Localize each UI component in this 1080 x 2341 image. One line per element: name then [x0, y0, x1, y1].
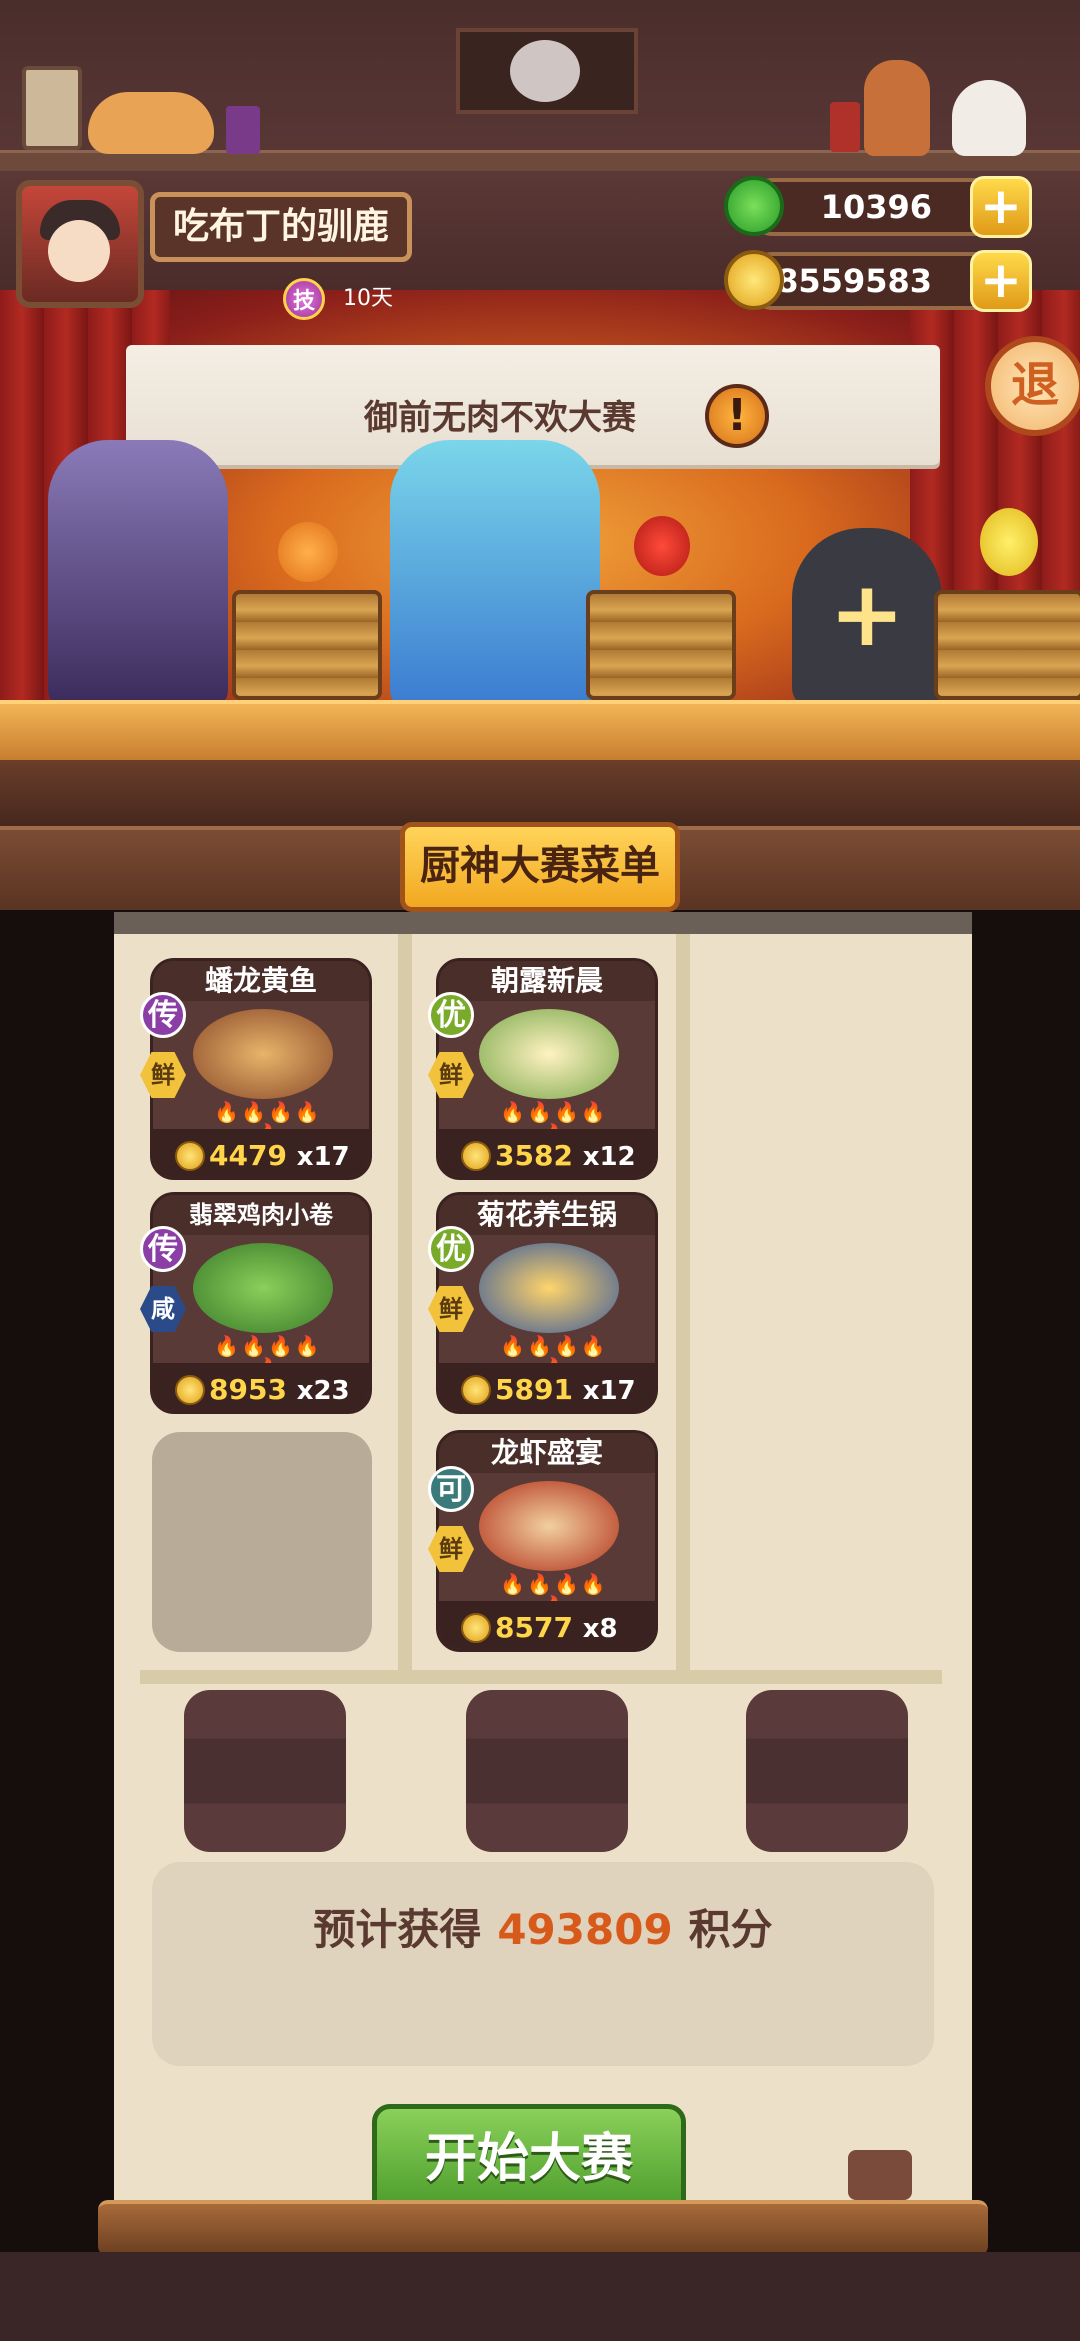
crate-3	[934, 590, 1080, 700]
dish-price-row: 8577 x8	[495, 1609, 618, 1648]
selected-dish-slot-1[interactable]	[184, 1690, 346, 1852]
estimate-box	[152, 1862, 934, 2066]
heat-level-icons: 🔥🔥🔥🔥🔥	[214, 1334, 322, 1379]
raccoon-decoration	[510, 40, 580, 102]
exit-button[interactable]: 退	[985, 336, 1080, 436]
dish-price-row: 3582 x12	[495, 1137, 636, 1176]
stage-floor	[0, 700, 1080, 764]
dish-name: 翡翠鸡肉小卷	[153, 1195, 369, 1235]
contest-info-button[interactable]: !	[705, 384, 769, 448]
dish-price: 3582	[495, 1139, 573, 1172]
dish-quantity: x8	[582, 1614, 618, 1644]
dish-name: 蟠龙黄鱼	[153, 961, 369, 1001]
coin-icon	[461, 1141, 491, 1171]
chef-character-center[interactable]	[390, 440, 600, 710]
bottom-wood-bar	[98, 2200, 988, 2256]
apple-fruit	[634, 516, 690, 576]
dish-image	[479, 1009, 619, 1099]
grade-badge: 传	[140, 992, 186, 1038]
grade-badge: 优	[428, 1226, 474, 1272]
dish-quantity: x12	[582, 1142, 636, 1172]
heat-level-icons: 🔥🔥🔥🔥🔥	[214, 1100, 322, 1145]
chef-character-left[interactable]	[48, 440, 228, 710]
dish-price: 4479	[209, 1139, 287, 1172]
pen-cup-decoration	[848, 2150, 912, 2200]
dish-name: 龙虾盛宴	[439, 1433, 655, 1473]
doll-decoration	[864, 60, 930, 156]
dish-card[interactable]: 蟠龙黄鱼 🔥🔥🔥🔥🔥 4479 x17	[150, 958, 372, 1180]
dish-name: 菊花养生锅	[439, 1195, 655, 1235]
player-name: 吃布丁的驯鹿	[150, 192, 412, 262]
dish-price: 8577	[495, 1611, 573, 1644]
pear-fruit	[980, 508, 1038, 576]
column-divider	[398, 934, 412, 1670]
grade-badge: 优	[428, 992, 474, 1038]
bottom-floor	[0, 2252, 1080, 2341]
grade-badge: 可	[428, 1466, 474, 1512]
dish-quantity: x17	[296, 1142, 350, 1172]
skill-days-label: 10天	[343, 286, 393, 311]
dish-price-row: 5891 x17	[495, 1371, 636, 1410]
contest-title: 御前无肉不欢大赛	[364, 398, 636, 438]
orange-fruit	[278, 522, 338, 582]
menu-panel-top-strip	[114, 912, 972, 934]
dish-image	[193, 1009, 333, 1099]
estimate-points: 493809	[497, 1905, 673, 1954]
coin-icon	[175, 1375, 205, 1405]
column-divider	[676, 934, 690, 1670]
gem-icon	[724, 176, 784, 236]
coin-icon	[461, 1375, 491, 1405]
row-divider	[140, 1670, 942, 1684]
estimate-prefix: 预计获得	[313, 1905, 482, 1954]
dish-price: 5891	[495, 1373, 573, 1406]
add-chef-plus-icon[interactable]: +	[822, 570, 912, 660]
selected-dish-slot-2[interactable]	[466, 1690, 628, 1852]
coin-icon	[724, 250, 784, 310]
dish-price-row: 8953 x23	[209, 1371, 350, 1410]
estimate-line: 预计获得 493809 积分	[152, 1900, 934, 1960]
coin-icon	[461, 1613, 491, 1643]
dish-quantity: x17	[582, 1376, 636, 1406]
crate-2	[586, 590, 736, 700]
dish-name: 朝露新晨	[439, 961, 655, 1001]
dish-price-row: 4479 x17	[209, 1137, 350, 1176]
skill-icon[interactable]: 技	[283, 278, 325, 320]
coin-icon	[175, 1141, 205, 1171]
cat-doll-decoration	[952, 80, 1026, 156]
avatar-face	[48, 220, 110, 282]
heat-level-icons: 🔥🔥🔥🔥🔥	[500, 1100, 608, 1145]
estimate-suffix: 积分	[688, 1905, 773, 1954]
dish-image	[193, 1243, 333, 1333]
grade-badge: 传	[140, 1226, 186, 1272]
empty-dish-slot[interactable]	[152, 1432, 372, 1652]
selected-dish-slot-3[interactable]	[746, 1690, 908, 1852]
dish-image	[479, 1243, 619, 1333]
jar-decoration	[226, 106, 260, 154]
heat-level-icons: 🔥🔥🔥🔥🔥	[500, 1572, 608, 1617]
heat-level-icons: 🔥🔥🔥🔥🔥	[500, 1334, 608, 1379]
dish-price: 8953	[209, 1373, 287, 1406]
menu-title: 厨神大赛菜单	[400, 822, 680, 912]
add-gems-button[interactable]: +	[970, 176, 1032, 238]
add-coins-button[interactable]: +	[970, 250, 1032, 312]
jar-decoration-right	[830, 102, 860, 152]
cat-decoration	[88, 92, 214, 154]
dish-card[interactable]: 翡翠鸡肉小卷 🔥🔥🔥🔥🔥 8953 x23	[150, 1192, 372, 1414]
crate-1	[232, 590, 382, 700]
dish-image	[479, 1481, 619, 1571]
scroll-decoration	[22, 66, 82, 150]
dish-quantity: x23	[296, 1376, 350, 1406]
player-avatar[interactable]	[16, 180, 144, 308]
